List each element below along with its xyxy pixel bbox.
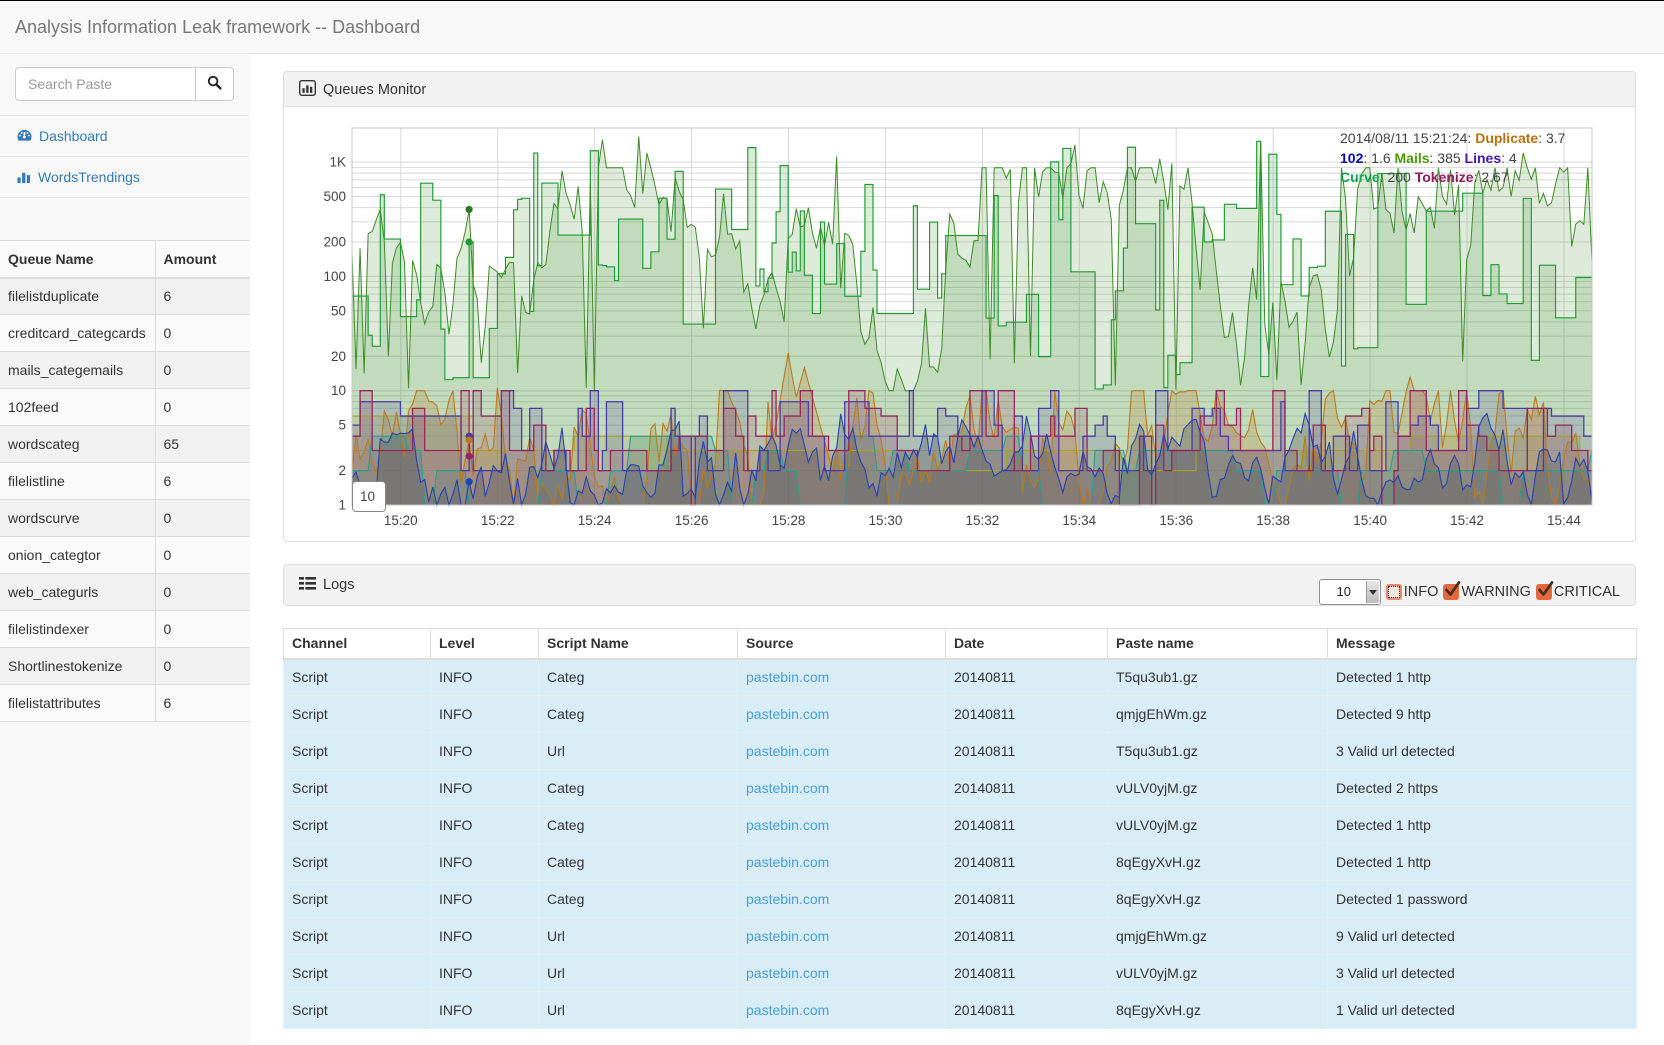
svg-text:15:24: 15:24 <box>578 513 612 528</box>
svg-text:10: 10 <box>331 383 346 398</box>
svg-text:50: 50 <box>331 303 346 318</box>
svg-text:15:32: 15:32 <box>965 513 999 528</box>
svg-text:500: 500 <box>323 189 346 204</box>
svg-text:5: 5 <box>338 418 346 433</box>
svg-text:2: 2 <box>338 463 346 478</box>
svg-text:100: 100 <box>323 269 346 284</box>
svg-text:15:42: 15:42 <box>1450 513 1484 528</box>
svg-text:1K: 1K <box>329 155 346 170</box>
svg-text:200: 200 <box>323 234 346 249</box>
svg-text:20: 20 <box>331 349 346 364</box>
svg-text:15:22: 15:22 <box>481 513 515 528</box>
svg-text:15:28: 15:28 <box>772 513 806 528</box>
svg-text:15:26: 15:26 <box>675 513 709 528</box>
svg-text:15:40: 15:40 <box>1353 513 1387 528</box>
svg-text:15:38: 15:38 <box>1256 513 1290 528</box>
svg-text:1: 1 <box>338 498 346 513</box>
svg-text:15:20: 15:20 <box>384 513 418 528</box>
svg-text:15:30: 15:30 <box>869 513 903 528</box>
svg-text:15:34: 15:34 <box>1062 513 1096 528</box>
svg-text:15:36: 15:36 <box>1159 513 1193 528</box>
svg-text:15:44: 15:44 <box>1547 513 1581 528</box>
